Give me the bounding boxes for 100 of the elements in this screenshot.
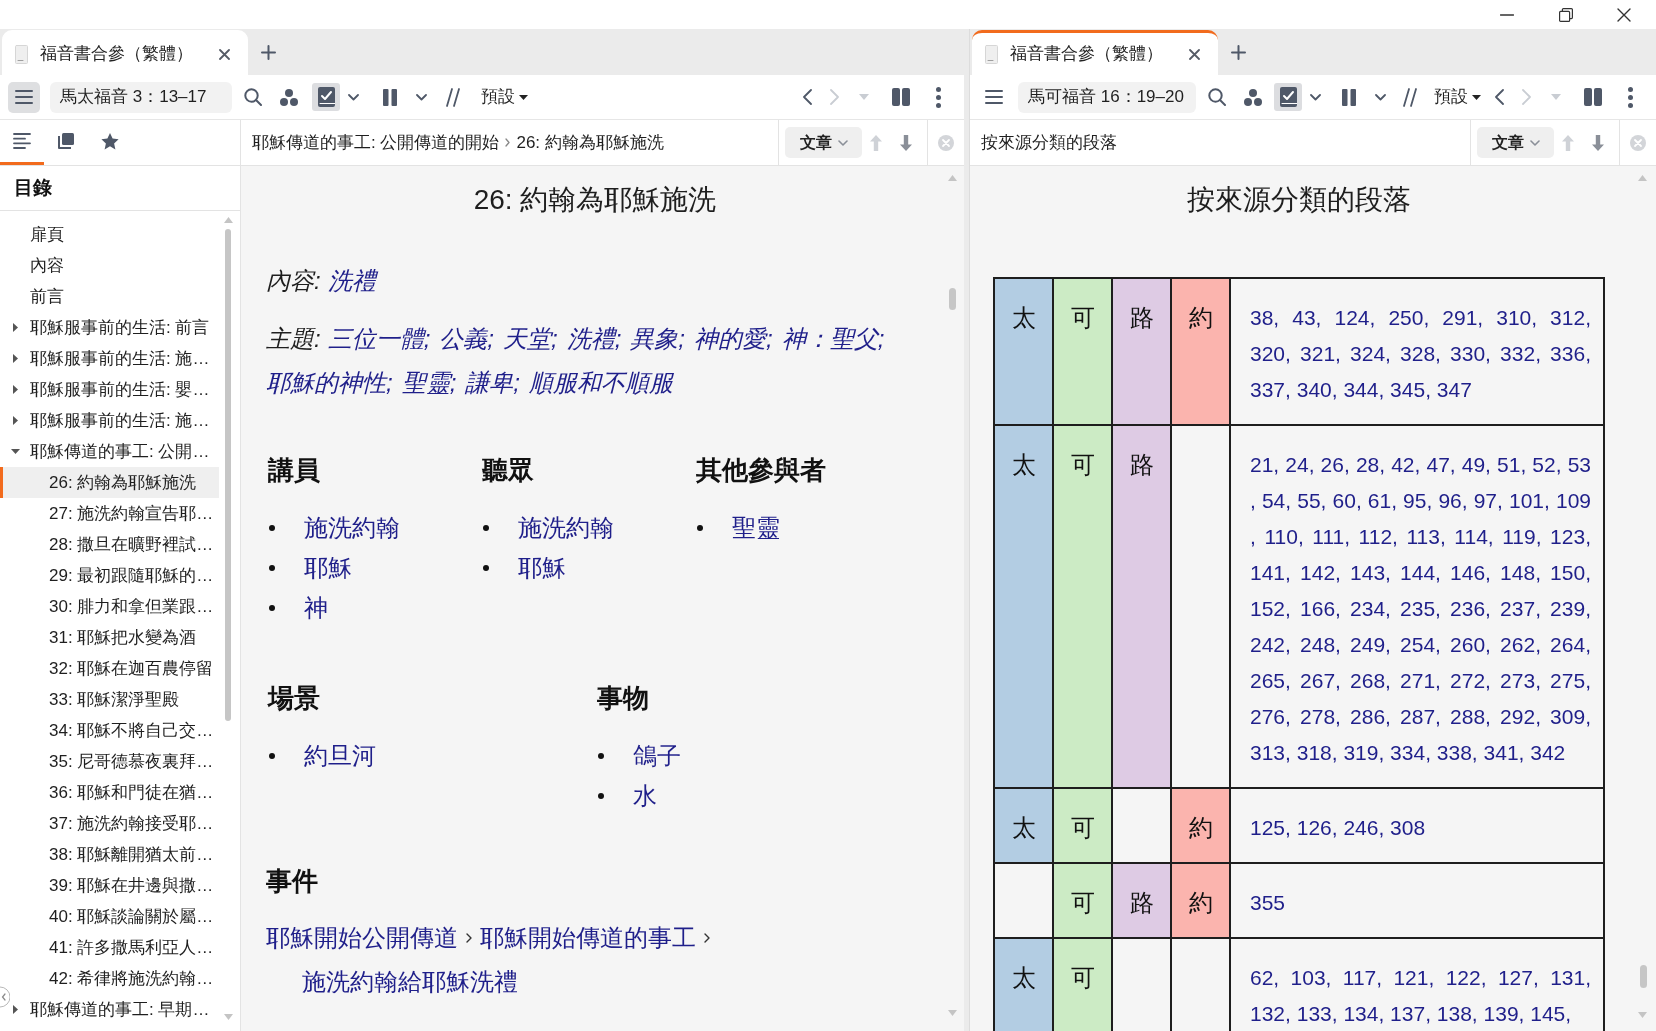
chevron-left-icon[interactable] xyxy=(803,89,812,105)
restore-icon[interactable] xyxy=(1559,7,1573,22)
tree-item[interactable]: 33: 耶穌潔淨聖殿 xyxy=(0,684,219,715)
participant-link[interactable]: 約旦河 xyxy=(304,740,376,772)
topic-link[interactable]: 洗禮; xyxy=(566,317,622,361)
scrollbar-thumb[interactable] xyxy=(1640,965,1647,988)
plus-icon[interactable] xyxy=(261,45,276,60)
participant-link[interactable]: 神 xyxy=(304,592,328,624)
topic-link[interactable]: 耶穌的神性; xyxy=(266,361,393,405)
tree-item[interactable]: 42: 希律將施洗約翰… xyxy=(0,963,219,994)
scrollbar-thumb[interactable] xyxy=(949,288,956,310)
tree-item[interactable]: 30: 腓力和拿但業跟… xyxy=(0,591,219,622)
topic-link[interactable]: 順服和不順服 xyxy=(529,361,673,405)
close-icon[interactable] xyxy=(1617,7,1631,22)
arrow-down-icon[interactable] xyxy=(900,134,912,151)
plus-icon[interactable] xyxy=(1231,45,1246,60)
document-tab[interactable]: 福音書合參（繁體） xyxy=(972,30,1218,75)
chevron-down-icon[interactable] xyxy=(348,93,359,101)
preset-dropdown[interactable]: 預設 xyxy=(1434,84,1481,110)
tree-item[interactable]: 40: 耶穌談論關於屬… xyxy=(0,901,219,932)
tree-item[interactable]: 內容 xyxy=(0,250,219,281)
topic-link[interactable]: 謙卑; xyxy=(465,361,520,405)
caret-right-icon[interactable] xyxy=(13,1005,18,1014)
double-slash-icon[interactable] xyxy=(445,87,461,107)
tree-item[interactable]: 28: 撒旦在曠野裡試… xyxy=(0,529,219,560)
caret-right-icon[interactable] xyxy=(13,385,18,394)
double-slash-icon[interactable] xyxy=(1402,87,1418,107)
collapse-handle-icon[interactable] xyxy=(0,986,10,1008)
tree-item[interactable]: 41: 許多撒馬利亞人… xyxy=(0,932,219,963)
topic-link[interactable]: 天堂; xyxy=(503,317,558,361)
two-bars-icon[interactable] xyxy=(383,88,397,106)
topic-link[interactable]: 神：聖父; xyxy=(781,317,885,361)
tree-item[interactable]: 39: 耶穌在井邊與撒… xyxy=(0,870,219,901)
caret-down-icon[interactable] xyxy=(11,449,20,454)
split-panel-icon[interactable] xyxy=(892,88,910,106)
more-vertical-icon[interactable] xyxy=(1628,86,1633,108)
topic-link[interactable]: 異象; xyxy=(630,317,686,361)
reference-field[interactable]: 馬太福音 3：13–17 xyxy=(50,81,232,113)
tree-item[interactable]: 耶穌服事前的生活: 前言 xyxy=(0,312,219,343)
search-icon[interactable] xyxy=(1208,88,1226,106)
tree-item[interactable]: 前言 xyxy=(0,281,219,312)
tree-item[interactable]: 耶穌服事前的生活: 施… xyxy=(0,343,219,374)
caret-right-icon[interactable] xyxy=(13,323,18,332)
tree-item[interactable]: 31: 耶穌把水變為酒 xyxy=(0,622,219,653)
tree-item[interactable]: 38: 耶穌離開猶太前… xyxy=(0,839,219,870)
split-panel-icon[interactable] xyxy=(1584,88,1602,106)
topic-link[interactable]: 聖靈; xyxy=(401,361,457,405)
reference-field[interactable]: 馬可福音 16：19–20 xyxy=(1018,81,1196,113)
search-icon[interactable] xyxy=(244,88,262,106)
event-link[interactable]: 施洗約翰給耶穌洗禮 xyxy=(302,960,518,1004)
tree-item[interactable]: 27: 施洗約翰宣告耶… xyxy=(0,498,219,529)
view-dropdown[interactable]: 文章 xyxy=(785,127,862,158)
close-icon[interactable] xyxy=(1189,48,1200,60)
participant-link[interactable]: 耶穌 xyxy=(518,552,566,584)
tree-item[interactable]: 29: 最初跟隨耶穌的… xyxy=(0,560,219,591)
book-check-button[interactable] xyxy=(312,83,340,111)
caret-right-icon[interactable] xyxy=(13,416,18,425)
chevron-down-icon[interactable] xyxy=(1375,93,1386,101)
scrollbar-thumb[interactable] xyxy=(225,229,231,721)
close-icon[interactable] xyxy=(219,48,230,60)
caret-right-icon[interactable] xyxy=(13,354,18,363)
tree-item[interactable]: 耶穌服事前的生活: 嬰… xyxy=(0,374,219,405)
preset-dropdown[interactable]: 預設 xyxy=(481,84,528,110)
participant-link[interactable]: 水 xyxy=(633,780,657,812)
content-link[interactable]: 洗禮 xyxy=(327,259,376,303)
participant-link[interactable]: 聖靈 xyxy=(732,512,780,544)
participant-link[interactable]: 施洗約翰 xyxy=(304,512,400,544)
tree-item[interactable]: 耶穌傳道的事工: 早期… xyxy=(0,994,219,1025)
document-tab[interactable]: 福音書合參（繁體） xyxy=(2,30,248,75)
dots-cluster-icon[interactable] xyxy=(1244,88,1262,106)
topic-link[interactable]: 神的愛; xyxy=(694,317,773,361)
event-link[interactable]: 耶穌開始傳道的事工 xyxy=(480,916,696,960)
breadcrumb-link[interactable]: 26: 約翰為耶穌施洗 xyxy=(516,129,664,156)
tree-item[interactable]: 扉頁 xyxy=(0,219,219,250)
tree-item[interactable]: 34: 耶穌不將自己交… xyxy=(0,715,219,746)
arrow-down-icon[interactable] xyxy=(1592,134,1604,151)
tree-item[interactable]: 耶穌傳道的事工: 公開… xyxy=(0,436,219,467)
dots-cluster-icon[interactable] xyxy=(280,88,298,106)
tree-item[interactable]: 36: 耶穌和門徒在猶… xyxy=(0,777,219,808)
event-link[interactable]: 耶穌開始公開傳道 xyxy=(266,916,458,960)
chevron-down-icon[interactable] xyxy=(1310,93,1321,101)
minimize-icon[interactable] xyxy=(1500,13,1514,16)
book-check-button[interactable] xyxy=(1274,83,1302,111)
view-dropdown[interactable]: 文章 xyxy=(1477,127,1554,158)
tree-item[interactable]: 26: 約翰為耶穌施洗 xyxy=(0,467,219,498)
tree-item[interactable]: 37: 施洗約翰接受耶… xyxy=(0,808,219,839)
menu-button[interactable] xyxy=(8,81,40,113)
chevron-down-icon[interactable] xyxy=(416,93,427,101)
tree-item[interactable]: 耶穌服事前的生活: 施… xyxy=(0,405,219,436)
participant-link[interactable]: 鴿子 xyxy=(633,740,681,772)
topic-link[interactable]: 公義; xyxy=(439,317,494,361)
topic-link[interactable]: 三位一體; xyxy=(327,317,431,361)
more-vertical-icon[interactable] xyxy=(936,86,941,108)
two-bars-icon[interactable] xyxy=(1342,88,1356,106)
participant-link[interactable]: 施洗約翰 xyxy=(518,512,614,544)
tree-item[interactable]: 32: 耶穌在迦百農停留 xyxy=(0,653,219,684)
participant-link[interactable]: 耶穌 xyxy=(304,552,352,584)
tree-item[interactable]: 35: 尼哥德慕夜裏拜… xyxy=(0,746,219,777)
breadcrumb-link[interactable]: 耶穌傳道的事工: 公開傳道的開始 xyxy=(252,129,500,156)
chevron-left-icon[interactable] xyxy=(1495,89,1504,105)
